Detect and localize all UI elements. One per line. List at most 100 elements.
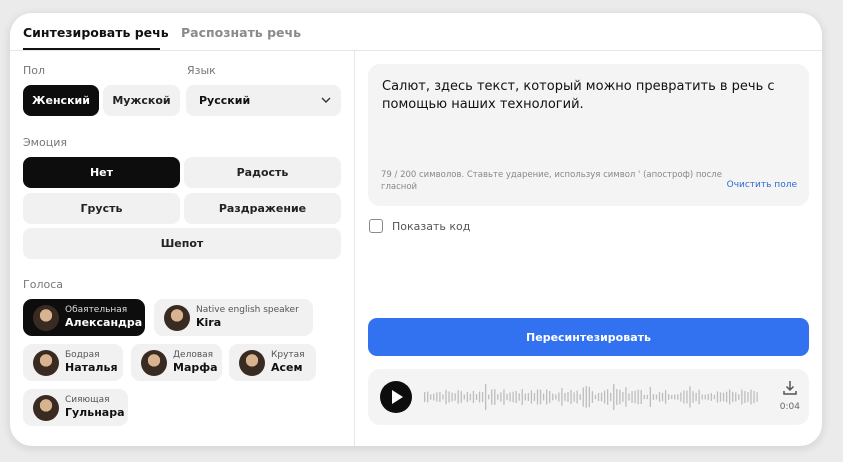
waveform-bar (753, 390, 755, 404)
waveform-bar (603, 390, 606, 404)
waveform-bar (664, 390, 667, 404)
download-icon[interactable] (782, 380, 798, 396)
emotion-joy-button[interactable]: Радость (184, 157, 341, 188)
voice-alexandra[interactable]: Обаятельная Александра (23, 299, 145, 336)
text-content[interactable]: Салют, здесь текст, который можно превра… (382, 78, 782, 114)
waveform-bar (457, 390, 459, 404)
voice-descriptor: Деловая (173, 350, 214, 360)
avatar (33, 394, 59, 421)
emotion-whisper-button[interactable]: Шепот (23, 228, 341, 259)
waveform-bar (530, 390, 533, 404)
voice-kira[interactable]: Native english speaker Kira (154, 299, 313, 336)
waveform-bar (680, 392, 682, 402)
emotion-irritation-button[interactable]: Раздражение (184, 193, 341, 224)
waveform-bar (719, 392, 722, 402)
waveform-bar (713, 394, 716, 400)
emotion-sad-button[interactable]: Грусть (23, 193, 180, 224)
voice-name: Kira (196, 316, 222, 330)
waveform-bar (686, 390, 688, 404)
waveform-bar (430, 394, 432, 400)
waveform-bar (536, 389, 539, 405)
waveform-bar (637, 389, 639, 405)
waveform-bar (613, 384, 615, 410)
waveform-bar (503, 389, 505, 405)
voice-gulnara[interactable]: Сияющая Гульнара (23, 389, 128, 426)
waveform-bar (716, 391, 719, 403)
waveform-bar (741, 389, 743, 405)
waveform-bar (735, 392, 737, 402)
waveform-bar (655, 394, 658, 400)
duration-label: 0:04 (779, 402, 800, 412)
waveform-bar (683, 390, 685, 404)
waveform-bar (640, 390, 642, 404)
waveform-bar (701, 394, 703, 400)
waveform-bar (466, 392, 468, 402)
waveform-bar (567, 392, 569, 402)
waveform-bar (695, 392, 697, 402)
waveform-bar (616, 389, 618, 405)
language-value: Русский (199, 94, 251, 107)
waveform-bar (494, 389, 496, 405)
waveform-bar (698, 389, 700, 405)
waveform-bar (576, 390, 578, 404)
voice-descriptor: Бодрая (65, 350, 100, 360)
voice-marfa[interactable]: Деловая Марфа (131, 344, 222, 381)
voice-name: Гульнара (65, 406, 125, 420)
show-code-toggle[interactable]: Показать код (369, 219, 470, 233)
waveform-bar (674, 394, 676, 400)
waveform-bar (750, 389, 752, 405)
waveform-bar (610, 392, 612, 402)
waveform-bar (725, 391, 728, 403)
waveform-bar (424, 392, 426, 402)
voice-asem[interactable]: Крутая Асем (229, 344, 316, 381)
waveform-bar (631, 391, 633, 403)
waveform-bar (439, 391, 441, 403)
waveform[interactable] (424, 381, 764, 413)
language-label: Язык (187, 64, 216, 77)
waveform-bar (722, 392, 725, 402)
waveform-bar (582, 387, 584, 407)
voice-name: Марфа (173, 361, 218, 375)
waveform-bar (521, 389, 523, 405)
waveform-bar (585, 386, 587, 408)
waveform-bar (744, 391, 746, 403)
gender-female-button[interactable]: Женский (23, 85, 99, 116)
waveform-bar (542, 393, 545, 401)
language-select[interactable]: Русский (186, 85, 341, 116)
waveform-bar (747, 392, 749, 402)
waveform-bar (591, 391, 594, 403)
waveform-bar (527, 393, 529, 401)
waveform-bar (756, 392, 758, 402)
waveform-bar (661, 392, 664, 402)
waveform-bar (460, 391, 462, 403)
voice-natalya[interactable]: Бодрая Наталья (23, 344, 123, 381)
waveform-bar (710, 393, 712, 401)
waveform-bar (546, 389, 548, 405)
tab-synthesize[interactable]: Синтезировать речь (23, 25, 169, 50)
waveform-bar (677, 394, 679, 400)
text-input-area[interactable]: Салют, здесь текст, который можно превра… (368, 64, 809, 206)
waveform-bar (488, 394, 490, 400)
waveform-bar (539, 389, 542, 405)
waveform-bar (732, 391, 734, 403)
waveform-bar (475, 394, 478, 400)
voice-descriptor: Сияющая (65, 395, 110, 405)
waveform-bar (469, 393, 472, 401)
waveform-bar (625, 387, 627, 407)
resynthesize-button[interactable]: Пересинтезировать (368, 318, 809, 356)
emotion-none-button[interactable]: Нет (23, 157, 180, 188)
waveform-bar (549, 391, 551, 403)
avatar (164, 304, 190, 331)
play-button[interactable] (380, 381, 412, 413)
show-code-checkbox[interactable] (369, 219, 383, 233)
tab-recognize[interactable]: Распознать речь (181, 25, 301, 50)
waveform-bar (448, 391, 450, 403)
waveform-bar (463, 394, 465, 400)
clear-field-link[interactable]: Очистить поле (727, 180, 797, 190)
voice-descriptor: Обаятельная (65, 305, 128, 315)
avatar (141, 349, 167, 376)
avatar (239, 349, 265, 376)
waveform-bar (588, 386, 590, 408)
gender-male-button[interactable]: Мужской (103, 85, 180, 116)
waveform-bar (442, 394, 444, 400)
